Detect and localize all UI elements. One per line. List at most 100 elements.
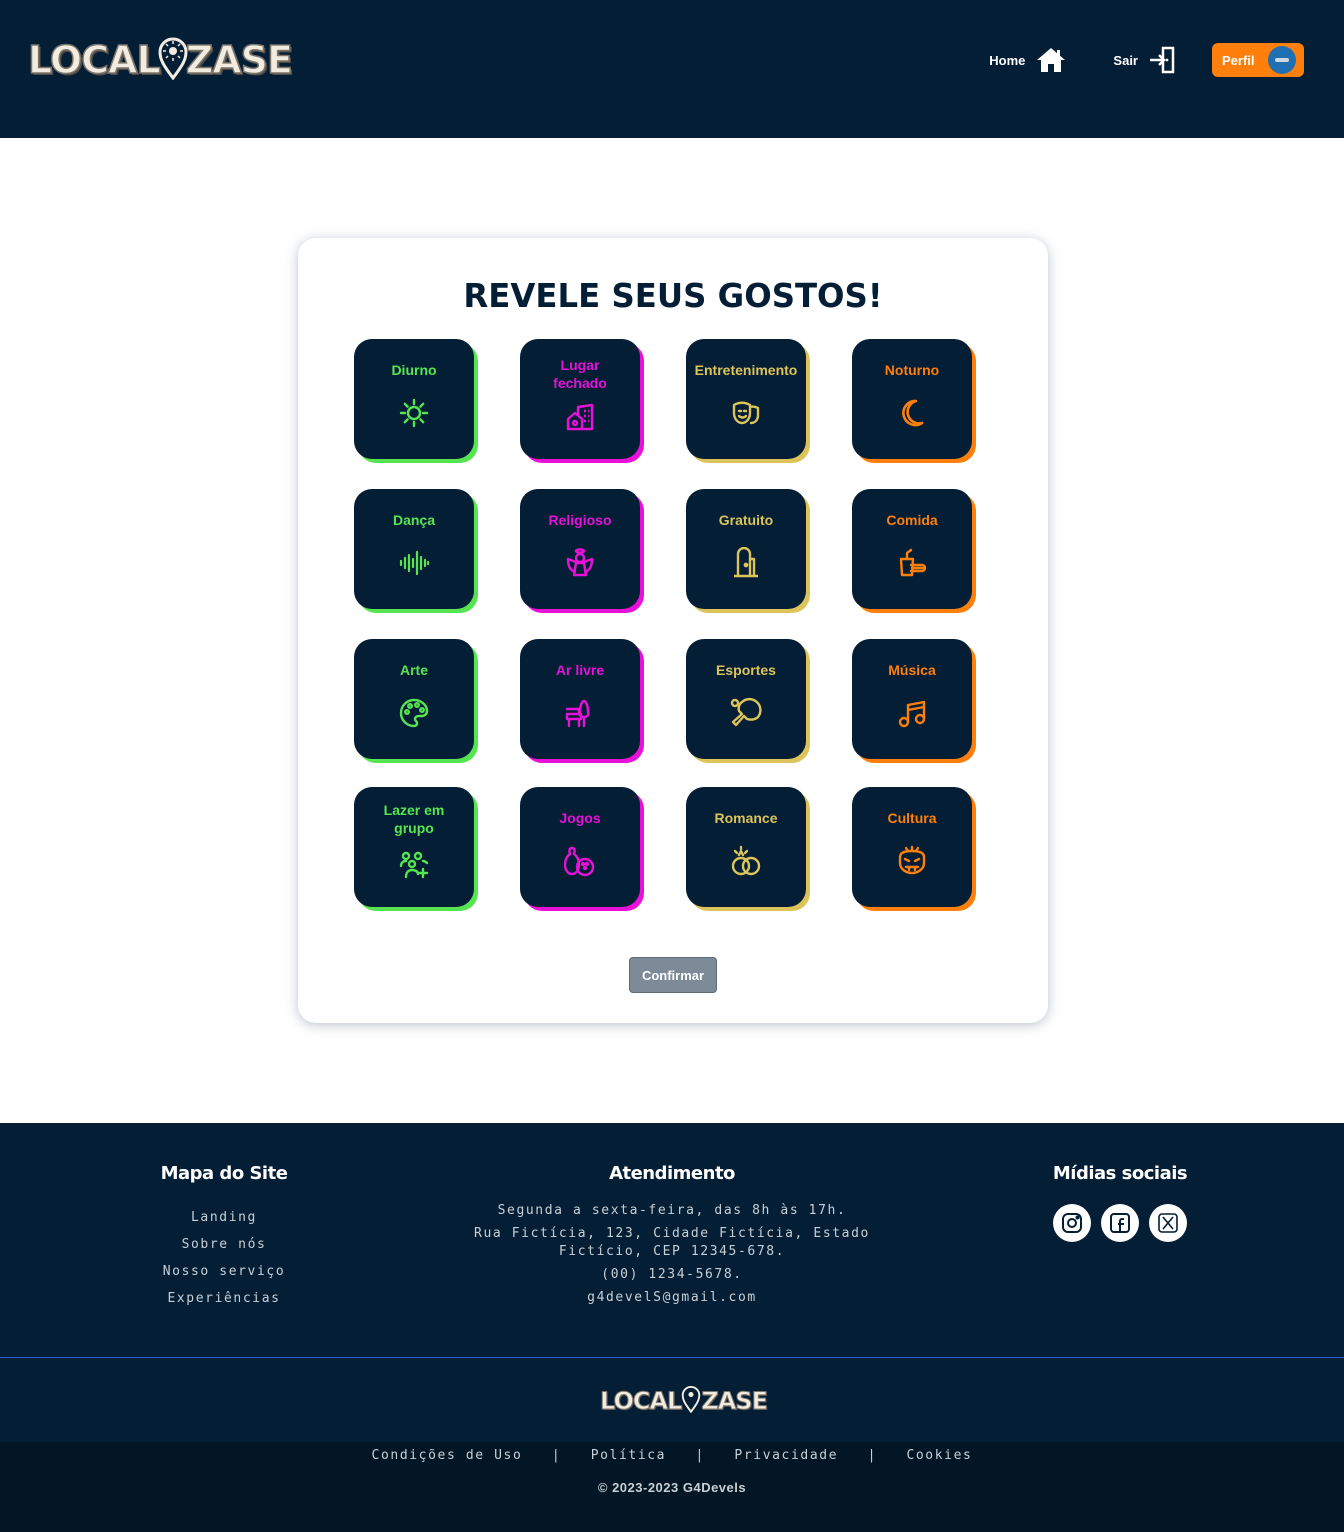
tile-label: Comida [886, 512, 938, 528]
nav-logout-link[interactable]: Sair [1113, 46, 1176, 74]
footer-social-title: Mídias sociais [1052, 1163, 1188, 1184]
music-note-icon [896, 697, 928, 729]
tile-label: Diurno [391, 362, 437, 378]
tile-label: Jogos [559, 810, 601, 826]
sun-icon [398, 397, 430, 429]
tile-label: Cultura [887, 810, 937, 826]
legal-policy-link[interactable]: Política [591, 1448, 666, 1463]
mask-icon [896, 845, 928, 877]
ping-pong-icon [730, 697, 762, 729]
nav-home-link[interactable]: Home [989, 46, 1067, 74]
tile-noturno[interactable]: Noturno [852, 339, 972, 459]
legal-separator: | [695, 1448, 705, 1463]
tile-esportes[interactable]: Esportes [686, 639, 806, 759]
tile-cultura[interactable]: Cultura [852, 787, 972, 907]
tile-gratuito[interactable]: Gratuito [686, 489, 806, 609]
avatar [1268, 46, 1296, 74]
x-twitter-icon[interactable] [1149, 1204, 1187, 1242]
group-add-icon [398, 849, 430, 881]
tile-label: Ar livre [555, 662, 605, 678]
profile-button[interactable]: Perfil [1212, 43, 1304, 77]
logo[interactable]: LOCAL ZASE [27, 36, 293, 84]
footer-link-about[interactable]: Sobre nós [124, 1231, 324, 1258]
footer-sitemap: Mapa do Site Landing Sobre nós Nosso ser… [124, 1163, 324, 1312]
home-icon [1035, 46, 1067, 74]
footer-logo-text-right: ZASE [701, 1387, 769, 1416]
angel-icon [564, 547, 596, 579]
contact-email[interactable]: g4develS@gmail.com [452, 1289, 892, 1307]
tile-label: Dança [392, 512, 436, 528]
tile-lazer-em-grupo[interactable]: Lazer em grupo [354, 787, 474, 907]
social-links [1020, 1204, 1220, 1242]
contact-phone: (00) 1234-5678. [601, 1267, 743, 1282]
tile-religioso[interactable]: Religioso [520, 489, 640, 609]
tile-musica[interactable]: Música [852, 639, 972, 759]
facebook-icon[interactable] [1101, 1204, 1139, 1242]
tile-label: Romance [714, 810, 778, 826]
footer-divider [0, 1357, 1344, 1358]
tile-lugar-fechado[interactable]: Lugar fechado [520, 339, 640, 459]
tile-label: Religioso [548, 512, 612, 528]
legal-terms-link[interactable]: Condições de Uso [372, 1448, 523, 1463]
footer-logo-text-left: LOCAL [599, 1387, 682, 1416]
footer-social: Mídias sociais [1020, 1163, 1220, 1242]
footer-contact-title: Atendimento [609, 1163, 735, 1184]
tile-label: Lugar fechado [553, 357, 607, 391]
tile-ar-livre[interactable]: Ar livre [520, 639, 640, 759]
footer: Mapa do Site Landing Sobre nós Nosso ser… [0, 1123, 1344, 1532]
tile-jogos[interactable]: Jogos [520, 787, 640, 907]
location-pin-icon [681, 1385, 701, 1417]
building-icon [564, 401, 596, 433]
footer-sitemap-title: Mapa do Site [160, 1163, 288, 1184]
tile-entretenimento[interactable]: Entretenimento [686, 339, 806, 459]
moon-icon [896, 397, 928, 429]
logout-icon [1148, 46, 1176, 74]
tile-label: Lazer em grupo [383, 802, 445, 836]
nav-home-label: Home [989, 52, 1026, 68]
contact-hours: Segunda a sexta-feira, das 8h às 17h. [497, 1203, 847, 1218]
footer-contact: Atendimento Segunda a sexta-feira, das 8… [452, 1163, 892, 1312]
bowling-icon [564, 845, 596, 877]
top-navbar: LOCAL ZASE Home Sair Perfil [0, 0, 1344, 138]
profile-label: Perfil [1222, 52, 1255, 68]
legal-separator: | [551, 1448, 562, 1463]
tile-label: Entretenimento [694, 362, 798, 378]
legal-cookies-link[interactable]: Cookies [906, 1448, 972, 1463]
palette-icon [398, 697, 430, 729]
tile-danca[interactable]: Dança [354, 489, 474, 609]
preferences-card: REVELE SEUS GOSTOS! Diurno Lugar fechado… [298, 238, 1048, 1023]
footer-link-service[interactable]: Nosso serviço [124, 1258, 324, 1285]
tile-label: Noturno [884, 362, 940, 378]
legal-privacy-link[interactable]: Privacidade [734, 1448, 838, 1463]
page-title: REVELE SEUS GOSTOS! [463, 276, 883, 315]
footer-bottom-bar: Condições de Uso | Política | Privacidad… [0, 1442, 1344, 1532]
contact-address: Rua Fictícia, 123, Cidade Fictícia, Esta… [474, 1226, 870, 1259]
logo-text-left: LOCAL [27, 37, 161, 83]
copyright: © 2023-2023 G4Devels [597, 1480, 747, 1495]
instagram-icon[interactable] [1053, 1204, 1091, 1242]
door-icon [730, 547, 762, 579]
tile-label: Arte [399, 662, 428, 678]
nav-links: Home Sair Perfil [943, 43, 1304, 77]
tile-label: Esportes [716, 662, 776, 678]
tile-comida[interactable]: Comida [852, 489, 972, 609]
legal-links: Condições de Uso | Política | Privacidad… [0, 1448, 1344, 1463]
sound-wave-icon [398, 547, 430, 579]
location-pin-icon [158, 36, 188, 84]
confirm-button[interactable]: Confirmar [629, 957, 717, 993]
tile-arte[interactable]: Arte [354, 639, 474, 759]
footer-link-experiences[interactable]: Experiências [124, 1285, 324, 1312]
food-icon [896, 547, 928, 579]
tile-diurno[interactable]: Diurno [354, 339, 474, 459]
legal-separator: | [867, 1448, 877, 1463]
bench-tree-icon [564, 697, 596, 729]
tile-romance[interactable]: Romance [686, 787, 806, 907]
footer-link-landing[interactable]: Landing [124, 1204, 324, 1231]
theater-mask-icon [730, 397, 762, 429]
tile-label: Música [888, 662, 936, 678]
preference-grid: Diurno Lugar fechado Entretenimento Notu… [354, 339, 972, 909]
footer-logo[interactable]: LOCAL ZASE [599, 1385, 769, 1417]
nav-logout-label: Sair [1113, 52, 1138, 68]
rings-icon [730, 845, 762, 877]
tile-label: Gratuito [718, 512, 774, 528]
